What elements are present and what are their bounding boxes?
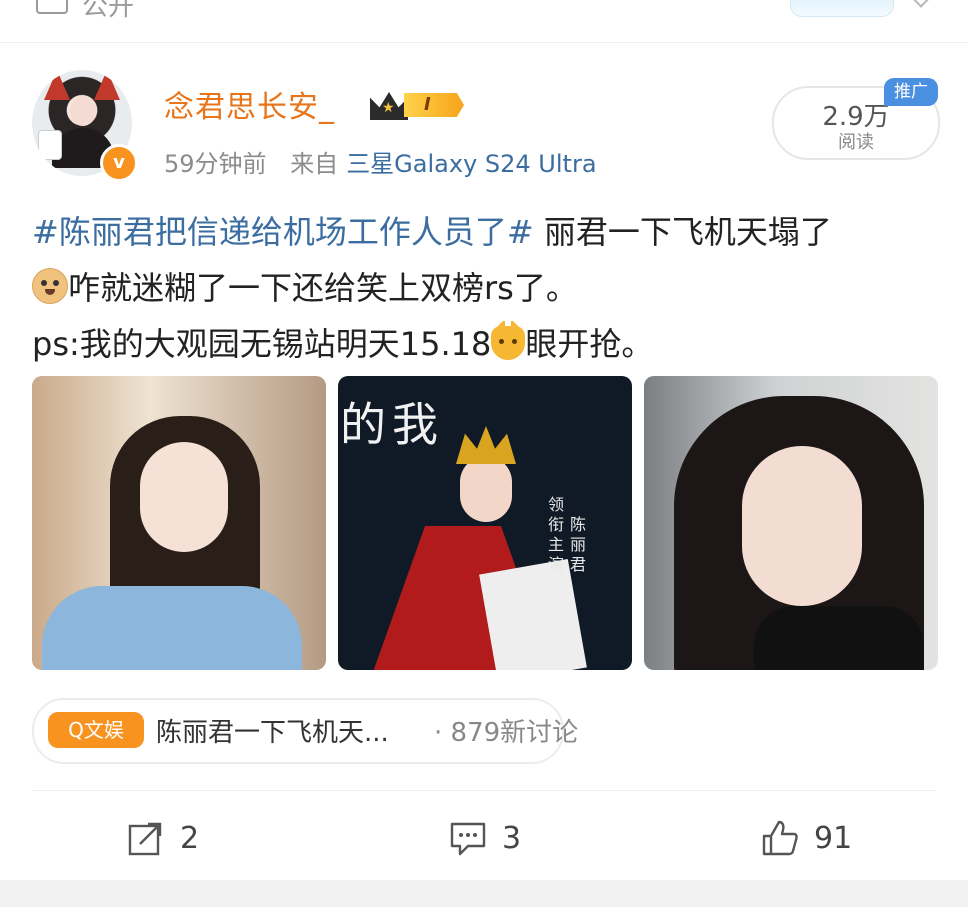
author-name[interactable]: 念君思长安_ bbox=[164, 82, 335, 126]
text-line-1: 丽君一下飞机天塌了 bbox=[533, 213, 832, 251]
verified-badge-icon: v bbox=[100, 144, 138, 182]
visibility-label: 公开 bbox=[82, 0, 135, 22]
thumbs-up-icon bbox=[760, 818, 800, 858]
divider bbox=[32, 790, 936, 791]
tag-discussion-count: · 879新讨论 bbox=[434, 718, 579, 748]
poster-name: 陈丽君 bbox=[567, 516, 586, 576]
like-button[interactable]: 91 bbox=[760, 816, 852, 860]
post-text: #陈丽君把信递给机场工作人员了# 丽君一下飞机天塌了 咋就迷糊了一下还给笑上双榜… bbox=[32, 204, 932, 372]
text-line-3-end: 眼开抢。 bbox=[525, 325, 654, 363]
topic-tag-pill[interactable]: Q文娱 陈丽君一下飞机天... · 879新讨论 bbox=[32, 698, 578, 764]
repost-button[interactable]: 2 bbox=[126, 816, 199, 860]
comment-button[interactable]: 3 bbox=[448, 816, 521, 860]
read-label: 阅读 bbox=[838, 132, 874, 153]
cat-emoji-icon bbox=[491, 321, 526, 360]
top-bar: 公开 bbox=[0, 0, 968, 43]
like-count: 91 bbox=[814, 820, 853, 856]
entertainment-badge: Q文娱 bbox=[48, 712, 144, 748]
chevron-down-icon[interactable] bbox=[908, 0, 934, 8]
decor-sticker bbox=[790, 0, 894, 17]
post-image-3[interactable] bbox=[644, 376, 938, 670]
post-source[interactable]: 三星Galaxy S24 Ultra bbox=[346, 150, 596, 178]
source-prefix: 来自 bbox=[290, 150, 339, 178]
repost-count: 2 bbox=[180, 820, 200, 856]
doge-emoji-icon bbox=[32, 268, 68, 304]
post-image-1[interactable] bbox=[32, 376, 326, 670]
text-line-3: ps:我的大观园无锡站明天15.18 bbox=[32, 325, 492, 363]
comment-count: 3 bbox=[502, 820, 522, 856]
repost-icon bbox=[126, 818, 166, 858]
vip-level-badge[interactable]: ★ I bbox=[370, 88, 466, 122]
post-time: 59分钟前 bbox=[164, 150, 267, 178]
ad-tag: 推广 bbox=[884, 78, 938, 106]
star-icon: ★ bbox=[382, 100, 395, 116]
post-image-2[interactable]: 我的大观园 领衔主演 陈丽君 bbox=[338, 376, 632, 670]
topic-link[interactable]: #陈丽君把信递给机场工作人员了# bbox=[32, 213, 534, 251]
comment-icon bbox=[448, 818, 488, 858]
tag-title: 陈丽君一下飞机天... bbox=[156, 718, 389, 748]
poster-lead: 领衔主演 bbox=[545, 496, 564, 576]
poster-title: 我的大观园 bbox=[338, 400, 439, 446]
post-meta: 59分钟前 来自 三星Galaxy S24 Ultra bbox=[164, 144, 613, 179]
visibility-icon bbox=[36, 0, 68, 14]
text-line-2: 咋就迷糊了一下还给笑上双榜rs了。 bbox=[68, 269, 578, 307]
feed-separator bbox=[0, 880, 968, 907]
vip-level: I bbox=[404, 93, 464, 117]
